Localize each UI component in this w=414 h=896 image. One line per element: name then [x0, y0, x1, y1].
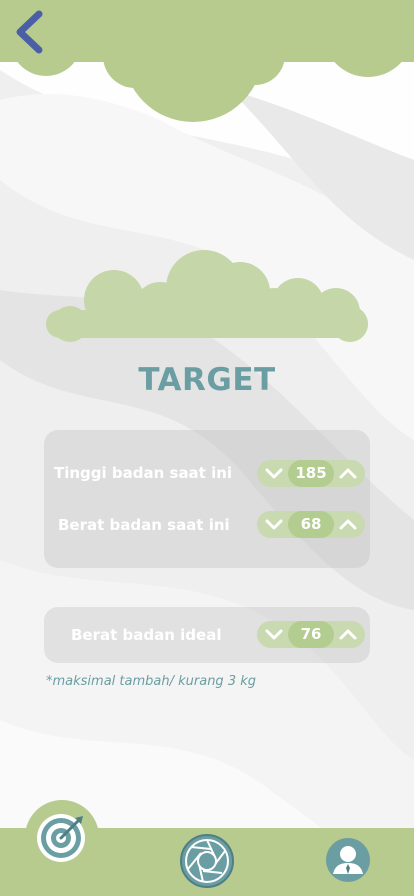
ideal-weight-increase-button[interactable] [333, 621, 363, 648]
chevron-down-icon [265, 519, 283, 530]
chevron-down-icon [265, 629, 283, 640]
profile-icon [326, 838, 370, 882]
ideal-weight-decrease-button[interactable] [259, 621, 289, 648]
weight-decrease-button[interactable] [259, 511, 289, 538]
height-decrease-button[interactable] [259, 460, 289, 487]
target-icon [37, 814, 85, 862]
chevron-left-icon [16, 10, 43, 54]
weight-stepper: 68 [257, 511, 365, 538]
height-value[interactable]: 185 [288, 460, 334, 487]
decorative-cloud [46, 250, 368, 342]
chevron-down-icon [265, 468, 283, 479]
ideal-weight-value[interactable]: 76 [288, 621, 334, 648]
nav-profile-button[interactable] [325, 837, 371, 887]
camera-shutter-icon [180, 834, 234, 888]
weight-label: Berat badan saat ini [58, 516, 230, 534]
ideal-weight-panel: Berat badan ideal 76 [44, 607, 370, 663]
height-label: Tinggi badan saat ini [54, 464, 233, 482]
ideal-weight-label: Berat badan ideal [71, 626, 222, 644]
page-title: TARGET [138, 362, 276, 398]
current-measurements-panel: Tinggi badan saat ini 185 Berat badan sa… [44, 430, 370, 568]
height-stepper: 185 [257, 460, 365, 487]
chevron-up-icon [339, 468, 357, 479]
nav-target-button[interactable] [35, 810, 89, 868]
ideal-weight-stepper: 76 [257, 621, 365, 648]
header-cloud [0, 0, 414, 122]
weight-value[interactable]: 68 [288, 511, 334, 538]
chevron-up-icon [339, 629, 357, 640]
chevron-up-icon [339, 519, 357, 530]
limit-note: *maksimal tambah/ kurang 3 kg [46, 674, 256, 689]
weight-increase-button[interactable] [333, 511, 363, 538]
nav-camera-button[interactable] [179, 833, 235, 893]
height-increase-button[interactable] [333, 460, 363, 487]
back-button[interactable] [8, 8, 48, 58]
